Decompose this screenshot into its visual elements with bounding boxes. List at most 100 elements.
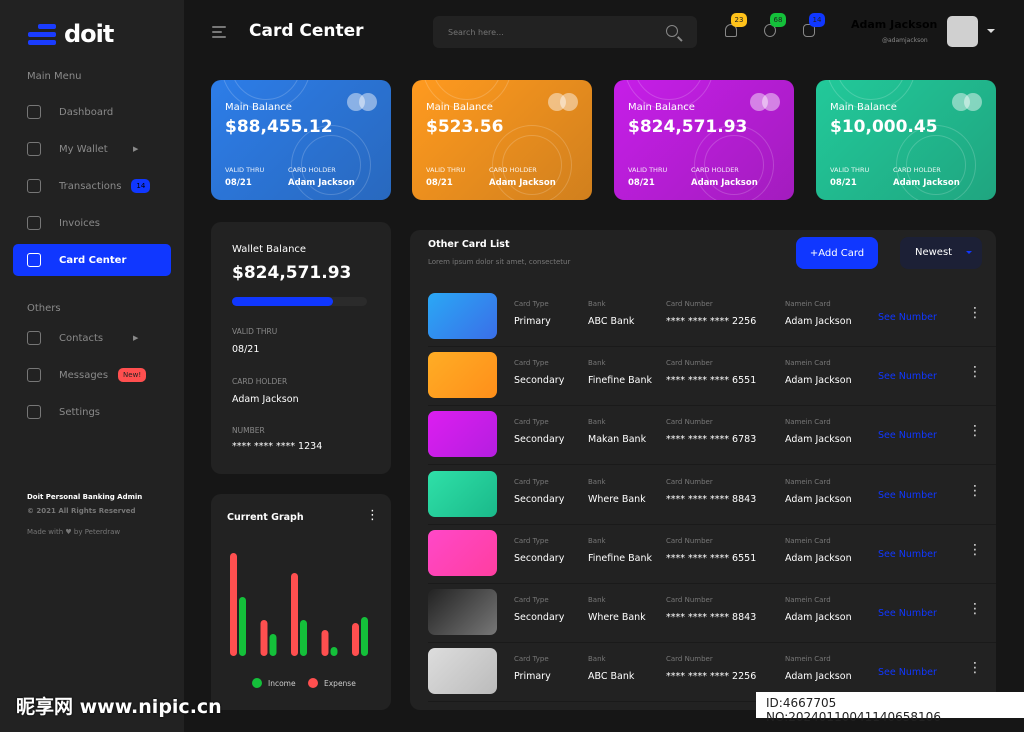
col-header: Card Type [514,359,549,368]
card-thumbnail[interactable] [428,589,497,635]
see-number-link[interactable]: See Number [878,608,937,619]
card-brand-icon [347,93,377,111]
sidebar-item-contacts[interactable]: Contacts ▶ [13,322,171,354]
bar-income-3 [300,620,307,656]
valid-value: 08/21 [426,178,453,188]
more-icon[interactable]: ⋮ [968,602,982,616]
card-type: Secondary [514,552,565,564]
table-row: Card Type Primary Bank ABC Bank Card Numbe… [428,288,996,347]
menu-icon[interactable] [212,26,226,41]
more-icon[interactable]: ⋮ [968,661,982,675]
card-thumbnail[interactable] [428,648,497,695]
caret-down-icon[interactable] [987,29,995,37]
col-header: Card Type [514,477,549,486]
avatar[interactable] [947,16,978,47]
see-number-link[interactable]: See Number [878,312,937,323]
col-header: Card Number [666,418,713,427]
valid-label: VALID THRU [628,166,668,174]
name-on-card: Adam Jackson [785,434,852,446]
sidebar-item-label: Messages [59,369,109,381]
footer-title: Doit Personal Banking Admin [27,493,143,501]
col-header: Card Number [666,300,713,308]
balance-card[interactable]: Main Balance $88,455.12 VALID THRU 08/21… [211,80,391,200]
cart-badge: 14 [809,13,825,27]
add-card-button[interactable]: +Add Card [796,237,878,269]
table-row: Card Type Secondary Bank Where Bank Card N… [428,466,996,525]
main-menu-label: Main Menu [27,71,82,82]
sidebar-item-transactions[interactable]: Transactions 14 [13,170,171,202]
message-icon [27,368,41,382]
see-number-link[interactable]: See Number [878,430,937,441]
see-number-link[interactable]: See Number [878,490,937,501]
see-number-link[interactable]: See Number [878,667,937,678]
col-header: Bank [588,300,606,308]
bar-income-4 [330,647,338,656]
more-icon[interactable]: ⋮ [968,543,982,557]
card-thumbnail[interactable] [428,293,497,339]
sidebar: doit Main Menu Dashboard My Wallet ▶ Tra… [0,0,184,732]
more-icon[interactable]: ⋮ [968,365,982,379]
valid-value: 08/21 [830,178,857,188]
card-amount: $10,000.45 [830,117,938,137]
see-number-link[interactable]: See Number [878,371,937,382]
sidebar-item-label: Contacts [59,332,104,344]
col-header: Card Number [666,596,713,604]
name-on-card: Adam Jackson [785,671,852,683]
col-header: Card Number [666,655,713,664]
footer-made: Made with ♥ by Peterdraw [27,528,121,536]
col-header: Namein Card [785,300,831,308]
contacts-icon [27,331,41,345]
col-header: Bank [588,655,606,664]
holder-value: Adam Jackson [691,178,758,188]
col-header: Card Type [514,536,549,545]
col-header: Bank [588,477,606,486]
logo[interactable]: doit [28,20,114,48]
message-badge: 68 [770,13,786,27]
holder-value: Adam Jackson [489,178,556,188]
transfer-icon [27,179,41,193]
more-icon[interactable]: ⋮ [968,484,982,498]
card-icon [27,253,41,267]
card-thumbnail[interactable] [428,470,497,517]
col-header: Card Number [666,536,713,545]
sidebar-item-my-wallet[interactable]: My Wallet ▶ [13,133,171,165]
card-type: Secondary [514,434,565,446]
more-icon[interactable]: ⋮ [968,424,982,438]
notification-badge: 23 [731,13,747,27]
col-header: Namein Card [785,359,831,368]
table-row: Card Type Secondary Bank Where Bank Card N… [428,584,996,643]
chevron-down-icon [966,251,972,257]
bar-income-5 [361,617,368,656]
sidebar-item-card-center[interactable]: Card Center [13,244,171,276]
wallet-progress [232,297,367,306]
search-input[interactable] [433,16,697,48]
home-icon [27,105,41,119]
user-name: Adam Jackson [851,18,938,31]
card-number: **** **** **** 6551 [666,552,757,564]
more-icon[interactable]: ⋮ [968,306,982,320]
table-row: Card Type Secondary Bank Makan Bank Card N… [428,406,996,466]
balance-card[interactable]: Main Balance $523.56 VALID THRU 08/21 CA… [412,80,592,200]
sort-dropdown[interactable]: Newest [900,237,982,269]
card-brand-icon [750,93,780,111]
sidebar-item-dashboard[interactable]: Dashboard [13,96,171,128]
col-header: Namein Card [785,477,831,486]
sidebar-item-invoices[interactable]: Invoices [13,207,171,239]
wallet-title: Wallet Balance [232,244,307,255]
holder-label: CARD HOLDER [691,166,739,174]
card-thumbnail[interactable] [428,411,497,458]
holder-value: Adam Jackson [288,178,355,188]
holder-label: CARD HOLDER [489,166,537,174]
sidebar-item-settings[interactable]: Settings [13,396,171,428]
name-on-card: Adam Jackson [785,612,852,623]
search-icon[interactable] [666,25,678,37]
card-thumbnail[interactable] [428,352,497,399]
balance-card[interactable]: Main Balance $824,571.93 VALID THRU 08/2… [614,80,794,200]
see-number-link[interactable]: See Number [878,549,937,560]
sidebar-item-label: Invoices [59,217,100,229]
valid-value: 08/21 [628,178,655,188]
col-header: Card Type [514,655,549,664]
balance-card[interactable]: Main Balance $10,000.45 VALID THRU 08/21… [816,80,996,200]
card-thumbnail[interactable] [428,529,497,576]
sidebar-item-messages[interactable]: Messages New! [13,359,171,391]
